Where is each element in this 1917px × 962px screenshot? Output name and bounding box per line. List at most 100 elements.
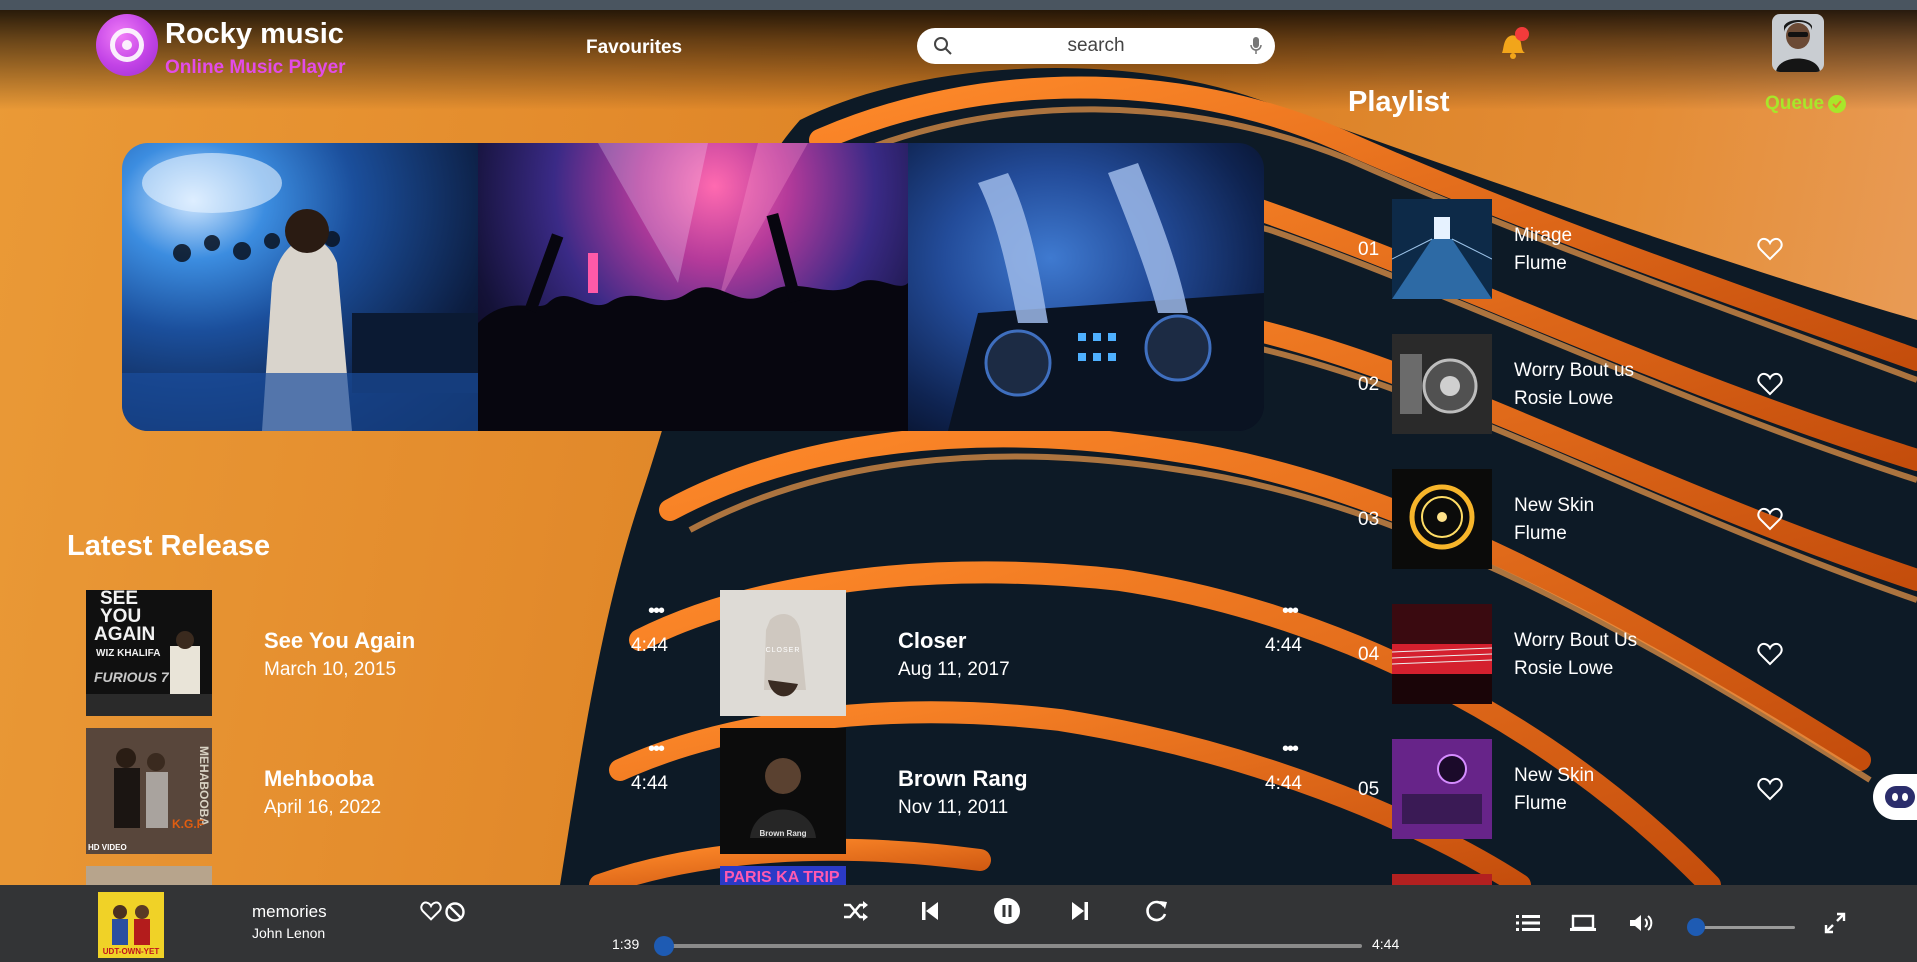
previous-icon[interactable] <box>920 898 940 929</box>
notification-dot <box>1515 27 1529 41</box>
bell-icon[interactable] <box>1492 25 1532 65</box>
release-item[interactable]: MEHABOOBA K.G.F HD VIDEO Mehbooba April … <box>86 728 676 854</box>
release-date: Aug 11, 2017 <box>898 659 1010 680</box>
next-icon[interactable] <box>1070 898 1090 929</box>
release-cover-partial <box>86 866 212 885</box>
queue-list-icon[interactable] <box>1516 913 1540 938</box>
track-number: 04 <box>1358 644 1380 665</box>
track-artist: Flume <box>1514 523 1567 544</box>
progress-slider[interactable] <box>654 936 1362 956</box>
track-thumbnail <box>1392 469 1492 569</box>
release-date: March 10, 2015 <box>264 659 397 680</box>
release-title[interactable]: Closer <box>898 628 966 654</box>
track-title: Mirage <box>1514 225 1573 246</box>
now-playing-artist: John Lenon <box>252 925 326 941</box>
release-duration: 4:44 <box>631 773 668 794</box>
now-playing-cover: UDT-OWN-YET <box>98 892 164 958</box>
latest-release-title: Latest Release <box>67 530 271 562</box>
playlist-item[interactable]: 03 New Skin Flume <box>1350 469 1790 569</box>
release-duration: 4:44 <box>631 635 668 656</box>
release-item[interactable]: SEE YOU AGAIN WIZ KHALIFA FURIOUS 7 See … <box>86 590 676 716</box>
playlist-item[interactable]: 04 Worry Bout Us Rosie Lowe <box>1350 604 1790 704</box>
hero-banner-carousel[interactable] <box>122 143 1264 431</box>
queue-button[interactable]: Queue <box>1765 93 1847 115</box>
shuffle-icon[interactable] <box>842 898 870 929</box>
banner-image-crowd <box>478 143 908 431</box>
release-title[interactable]: See You Again <box>264 628 415 654</box>
heart-icon[interactable] <box>1757 777 1783 806</box>
logo-disc-icon <box>96 14 158 76</box>
release-cover: CLOSER <box>720 590 846 716</box>
block-icon[interactable] <box>444 901 466 928</box>
check-icon <box>1828 95 1847 113</box>
heart-icon[interactable] <box>420 901 442 926</box>
playlist-item[interactable]: 01 Mirage Flume <box>1350 199 1790 299</box>
repeat-icon[interactable] <box>1143 898 1169 929</box>
release-item[interactable]: Brown Rang Brown Rang Nov 11, 2011 ••• 4… <box>720 728 1310 854</box>
track-artist: Flume <box>1514 793 1567 814</box>
total-duration: 4:44 <box>1372 936 1400 952</box>
search-icon[interactable] <box>933 36 953 61</box>
release-cover: Brown Rang <box>720 728 846 854</box>
playlist-item[interactable]: 02 Worry Bout us Rosie Lowe <box>1350 334 1790 434</box>
heart-icon[interactable] <box>1757 237 1783 266</box>
heart-icon[interactable] <box>1757 642 1783 671</box>
player-bar: UDT-OWN-YET memories John Lenon 1:39 4:4… <box>0 885 1917 962</box>
banner-image-concert-dj <box>122 143 478 431</box>
release-date: April 16, 2022 <box>264 797 382 818</box>
pause-icon[interactable] <box>993 897 1021 930</box>
more-options-icon[interactable]: ••• <box>648 739 665 759</box>
progress-knob[interactable] <box>654 936 674 956</box>
svg-text:UDT-OWN-YET: UDT-OWN-YET <box>103 947 160 956</box>
bot-icon[interactable] <box>1873 774 1917 820</box>
volume-icon[interactable] <box>1628 912 1656 939</box>
track-title: Worry Bout Us <box>1514 630 1638 651</box>
more-options-icon[interactable]: ••• <box>648 601 665 621</box>
svg-text:PARIS KA TRIP: PARIS KA TRIP <box>724 869 840 885</box>
volume-slider[interactable] <box>1687 918 1795 936</box>
fullscreen-icon[interactable] <box>1824 912 1846 939</box>
release-title[interactable]: Brown Rang <box>898 766 1028 792</box>
user-avatar[interactable] <box>1772 14 1824 72</box>
track-thumbnail <box>1392 199 1492 299</box>
playlist-item[interactable]: 05 New Skin Flume <box>1350 739 1790 839</box>
track-number: 01 <box>1358 239 1380 260</box>
banner-image-dj-controller <box>908 143 1264 431</box>
more-options-icon[interactable]: ••• <box>1282 601 1299 621</box>
track-number: 03 <box>1358 509 1380 530</box>
track-title: New Skin <box>1514 765 1595 786</box>
screen-icon[interactable] <box>1570 913 1596 938</box>
svg-text:AGAIN: AGAIN <box>94 624 155 645</box>
track-thumbnail <box>1392 739 1492 839</box>
heart-icon[interactable] <box>1757 372 1783 401</box>
search-bar <box>917 28 1275 64</box>
release-item[interactable]: CLOSER Closer Aug 11, 2017 ••• 4:44 <box>720 590 1310 716</box>
svg-text:K.G.F: K.G.F <box>172 817 204 831</box>
nav-favourites-link[interactable]: Favourites <box>586 37 682 59</box>
release-cover: MEHABOOBA K.G.F HD VIDEO <box>86 728 212 854</box>
release-cover: SEE YOU AGAIN WIZ KHALIFA FURIOUS 7 <box>86 590 212 716</box>
heart-icon[interactable] <box>1757 507 1783 536</box>
release-duration: 4:44 <box>1265 635 1302 656</box>
track-number: 02 <box>1358 374 1380 395</box>
app-title: Rocky music <box>165 18 344 50</box>
track-artist: Flume <box>1514 253 1567 274</box>
release-title[interactable]: Mehbooba <box>264 766 374 792</box>
track-thumbnail-partial <box>1392 874 1492 885</box>
track-number: 05 <box>1358 779 1380 800</box>
app-subtitle: Online Music Player <box>165 57 346 78</box>
volume-knob[interactable] <box>1687 918 1705 936</box>
mic-icon[interactable] <box>1249 36 1263 61</box>
playlist-title: Playlist <box>1348 86 1450 118</box>
more-options-icon[interactable]: ••• <box>1282 739 1299 759</box>
svg-text:HD VIDEO: HD VIDEO <box>88 843 127 852</box>
svg-text:Brown Rang: Brown Rang <box>759 829 806 838</box>
search-input[interactable] <box>917 28 1275 64</box>
release-date: Nov 11, 2011 <box>898 797 1009 818</box>
track-thumbnail <box>1392 334 1492 434</box>
track-artist: Rosie Lowe <box>1514 388 1614 409</box>
svg-text:CLOSER: CLOSER <box>766 647 801 654</box>
track-title: Worry Bout us <box>1514 360 1635 381</box>
track-title: New Skin <box>1514 495 1595 516</box>
svg-text:FURIOUS 7: FURIOUS 7 <box>94 669 170 685</box>
